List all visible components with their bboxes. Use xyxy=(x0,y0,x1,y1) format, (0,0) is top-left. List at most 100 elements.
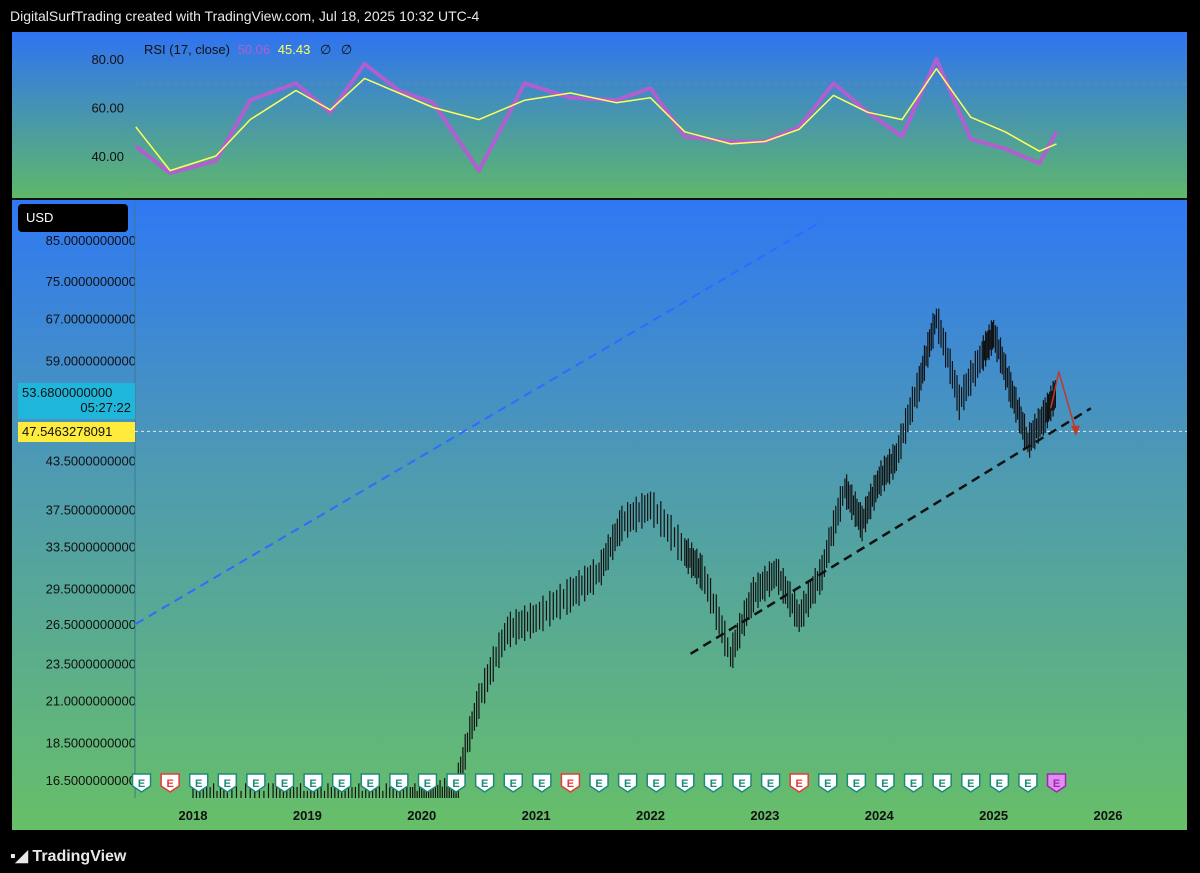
earnings-marker-label: E xyxy=(1024,778,1031,790)
year-tick-label: 2022 xyxy=(636,808,665,823)
earnings-marker: E xyxy=(760,773,781,793)
earnings-marker-label: E xyxy=(224,778,231,790)
earnings-marker: E xyxy=(617,773,638,793)
earnings-marker: E xyxy=(703,773,724,793)
earnings-marker-label: E xyxy=(938,778,945,790)
rsi-line xyxy=(134,57,1059,175)
chart-frame[interactable]: 80.00 60.00 40.00 RSI (17, close) 50.06 45… xyxy=(12,32,1187,830)
earnings-marker-label: E xyxy=(452,778,459,790)
earnings-marker-label: E xyxy=(767,778,774,790)
earnings-marker-label: E xyxy=(424,778,431,790)
earnings-marker-label: E xyxy=(853,778,860,790)
footer: ▪◢ TradingView xyxy=(0,838,1200,873)
rsi-legend: RSI (17, close) 50.06 45.43 ∅ ∅ xyxy=(144,42,352,58)
rsi-legend-label: RSI (17, close) xyxy=(144,42,230,57)
earnings-marker-label: E xyxy=(624,778,631,790)
rsi-value: 50.06 xyxy=(237,42,271,57)
year-tick-label: 2024 xyxy=(865,808,895,823)
chart-credit-bar: DigitalSurfTrading created with TradingV… xyxy=(0,0,1200,32)
price-tick-label: 59.0000000000 xyxy=(46,353,136,368)
earnings-marker-label: E xyxy=(481,778,488,790)
earnings-marker: E xyxy=(560,773,581,793)
earnings-marker-label: E xyxy=(881,778,888,790)
earnings-marker-label: E xyxy=(309,778,316,790)
price-tick-label: 18.5000000000 xyxy=(46,735,136,750)
earnings-marker-label: E xyxy=(653,778,660,790)
price-tick-label: 26.5000000000 xyxy=(46,617,136,632)
price-tick-label: 23.5000000000 xyxy=(46,657,136,672)
earnings-marker: E xyxy=(846,773,867,793)
earnings-marker: E xyxy=(818,773,838,793)
projection-arrow-head xyxy=(1070,425,1080,436)
earnings-marker-label: E xyxy=(395,778,402,790)
earnings-marker-label: E xyxy=(796,778,803,790)
earnings-marker-label: E xyxy=(367,778,374,790)
earnings-marker-label: E xyxy=(252,778,259,790)
tradingview-logo[interactable]: ▪◢ TradingView xyxy=(10,846,126,866)
current-price-tag: 53.6800000000 05:27:22 xyxy=(18,383,135,419)
earnings-marker-label: E xyxy=(567,778,574,790)
earnings-marker: E xyxy=(646,773,666,793)
year-tick-label: 2026 xyxy=(1094,808,1123,823)
earnings-marker-label: E xyxy=(681,778,688,790)
earnings-marker: E xyxy=(903,773,924,793)
year-tick-label: 2019 xyxy=(293,808,322,823)
earnings-marker-label: E xyxy=(1053,778,1060,790)
earnings-marker: E xyxy=(1046,773,1067,793)
earnings-marker: E xyxy=(732,773,752,793)
earnings-marker: E xyxy=(474,773,495,793)
earnings-marker-label: E xyxy=(967,778,974,790)
price-tick-label: 21.0000000000 xyxy=(46,694,136,709)
tradingview-logo-text: TradingView xyxy=(32,848,127,865)
rsi-panel[interactable]: 80.00 60.00 40.00 RSI (17, close) 50.06 45… xyxy=(12,32,1187,198)
price-panel[interactable]: 85.0000000000 75.0000000000 67.0000000000 5… xyxy=(12,200,1187,830)
earnings-marker-label: E xyxy=(738,778,745,790)
earnings-marker-label: E xyxy=(166,778,173,790)
earnings-marker: E xyxy=(160,773,180,793)
earnings-marker-label: E xyxy=(595,778,602,790)
year-tick-label: 2018 xyxy=(179,808,208,823)
earnings-marker-label: E xyxy=(910,778,917,790)
earnings-marker-label: E xyxy=(710,778,717,790)
currency-label[interactable]: USD xyxy=(18,204,128,232)
price-tick-label: 43.5000000000 xyxy=(46,454,136,469)
price-tick-label: 29.5000000000 xyxy=(46,582,136,597)
rsi-null-value-2: ∅ xyxy=(340,42,353,57)
earnings-marker-label: E xyxy=(195,778,202,790)
earnings-marker-label: E xyxy=(824,778,831,790)
chart-credit: DigitalSurfTrading created with TradingV… xyxy=(10,8,480,24)
earnings-marker: E xyxy=(875,773,895,793)
earnings-marker-label: E xyxy=(338,778,345,790)
price-tick-label: 16.5000000000 xyxy=(46,773,136,788)
earnings-marker: E xyxy=(932,773,952,793)
current-price: 53.6800000000 xyxy=(22,385,113,400)
rsi-null-value-1: ∅ xyxy=(319,42,332,57)
dashed-blue-trendline xyxy=(135,220,823,625)
price-tick-label: 33.5000000000 xyxy=(46,540,136,555)
earnings-marker: E xyxy=(532,773,552,793)
earnings-marker: E xyxy=(989,773,1010,793)
earnings-marker-label: E xyxy=(281,778,288,790)
year-tick-label: 2023 xyxy=(750,808,779,823)
earnings-marker: E xyxy=(303,773,323,793)
price-tick-label: 37.5000000000 xyxy=(46,503,136,518)
earnings-marker-label: E xyxy=(538,778,545,790)
price-tick-label: 85.0000000000 xyxy=(46,233,136,248)
rsi-ma-line xyxy=(135,67,1057,172)
price-tick-label: 75.0000000000 xyxy=(46,274,136,289)
rsi-tick-label: 60.00 xyxy=(91,101,124,116)
earnings-marker: E xyxy=(589,773,609,793)
earnings-marker-label: E xyxy=(138,778,145,790)
earnings-marker: E xyxy=(789,773,809,793)
earnings-marker: E xyxy=(961,773,981,793)
rsi-ma-value: 45.43 xyxy=(277,42,311,57)
earnings-marker: E xyxy=(503,773,523,793)
bar-countdown: 05:27:22 xyxy=(80,400,131,415)
price-chart: 85.0000000000 75.0000000000 67.0000000000 5… xyxy=(46,200,1187,823)
earnings-marker: E xyxy=(1018,773,1038,793)
horizontal-line-price-tag: 47.5463278091 xyxy=(18,422,135,442)
earnings-marker-label: E xyxy=(510,778,517,790)
year-tick-label: 2020 xyxy=(407,808,436,823)
earnings-marker-label: E xyxy=(996,778,1003,790)
earnings-marker: E xyxy=(675,773,695,793)
